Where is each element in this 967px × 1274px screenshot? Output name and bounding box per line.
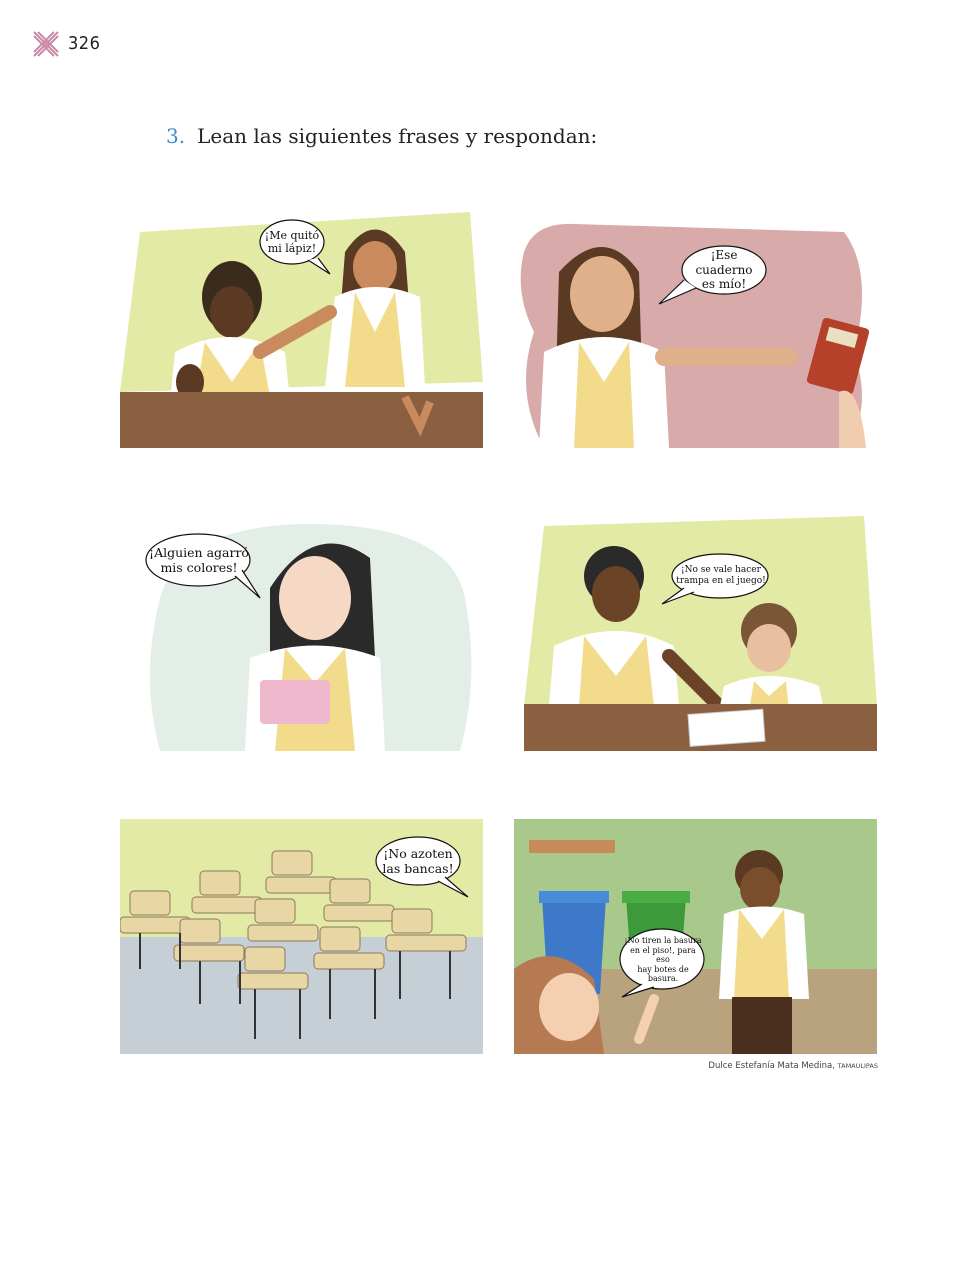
speech-bubble-5: ¡No azoten las bancas! <box>382 846 454 876</box>
exercise-number: 3. <box>166 124 186 148</box>
comic-panel-1: ¡Me quitó mi lápiz! <box>120 212 483 448</box>
speech-bubble-1: ¡Me quitó mi lápiz! <box>264 228 320 255</box>
speech-bubble-3: ¡Alguien agarró mis colores! <box>149 545 249 575</box>
credit-state: TAMAULIPAS <box>837 1062 878 1070</box>
credit-author: Dulce Estefanía Mata Medina, <box>708 1061 835 1071</box>
exercise-instruction: 3. Lean las siguientes frases y respondan… <box>166 124 597 148</box>
panel-4-illustration <box>524 516 877 751</box>
comic-panel-6: ¡No tiren la basura en el piso!, para es… <box>514 819 877 1054</box>
page-number: 326 <box>68 33 101 54</box>
speech-bubble-2: ¡Ese cuaderno es mío! <box>695 248 753 292</box>
exercise-text: Lean las siguientes frases y respondan: <box>197 124 598 148</box>
comic-panel-2: ¡Ese cuaderno es mío! <box>514 212 877 448</box>
comic-panel-5: ¡No azoten las bancas! <box>120 819 483 1054</box>
comic-panel-3: ¡Alguien agarró mis colores! <box>120 518 483 751</box>
illustration-credit: Dulce Estefanía Mata Medina, TAMAULIPAS <box>708 1061 878 1071</box>
speech-bubble-6: ¡No tiren la basura en el piso!, para es… <box>624 936 702 984</box>
book-logo-icon <box>33 31 59 57</box>
speech-bubble-4: ¡No se vale hacer trampa en el juego! <box>676 565 766 586</box>
comic-panel-4: ¡No se vale hacer trampa en el juego! <box>524 516 877 751</box>
panel-2-illustration <box>520 223 870 448</box>
